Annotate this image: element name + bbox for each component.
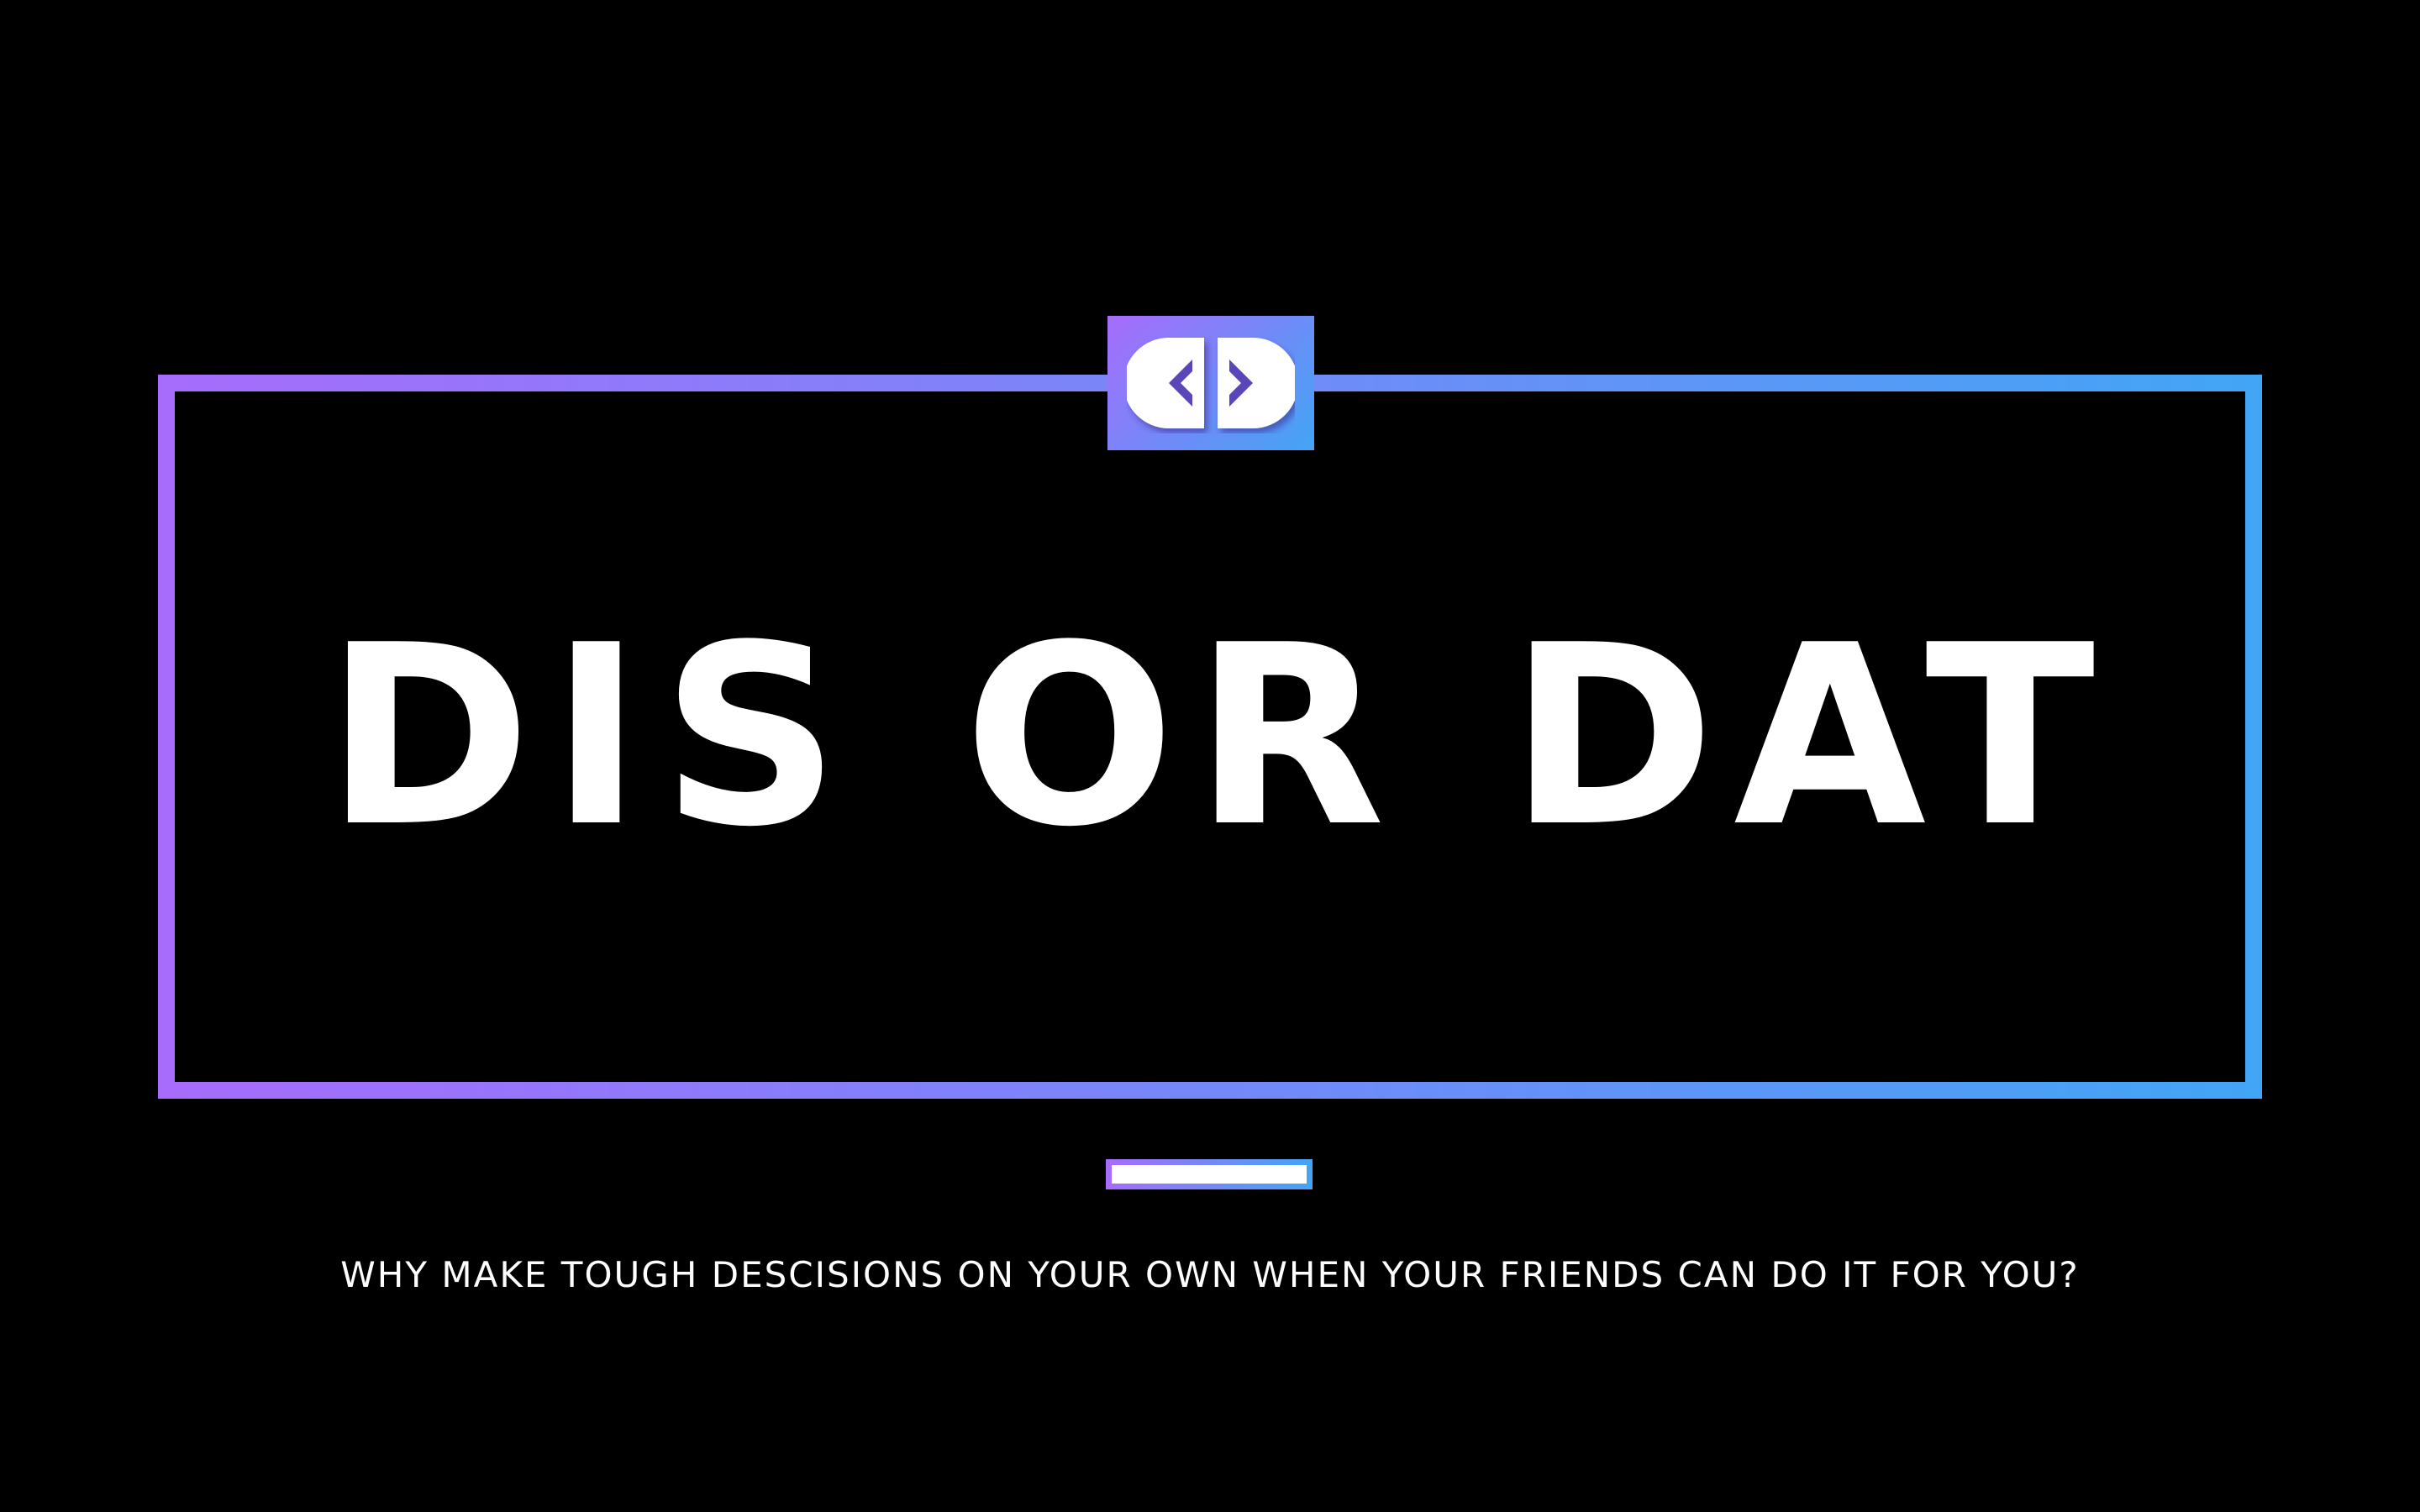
app-title: DIS OR DAT (324, 591, 2114, 881)
divider-bar (1106, 1159, 1313, 1189)
left-right-arrows-logo-icon (1127, 338, 1295, 428)
logo-badge (1107, 316, 1314, 450)
divider-bar-fill (1112, 1165, 1307, 1184)
tagline: WHY MAKE TOUGH DESCISIONS ON YOUR OWN WH… (340, 1254, 2080, 1295)
